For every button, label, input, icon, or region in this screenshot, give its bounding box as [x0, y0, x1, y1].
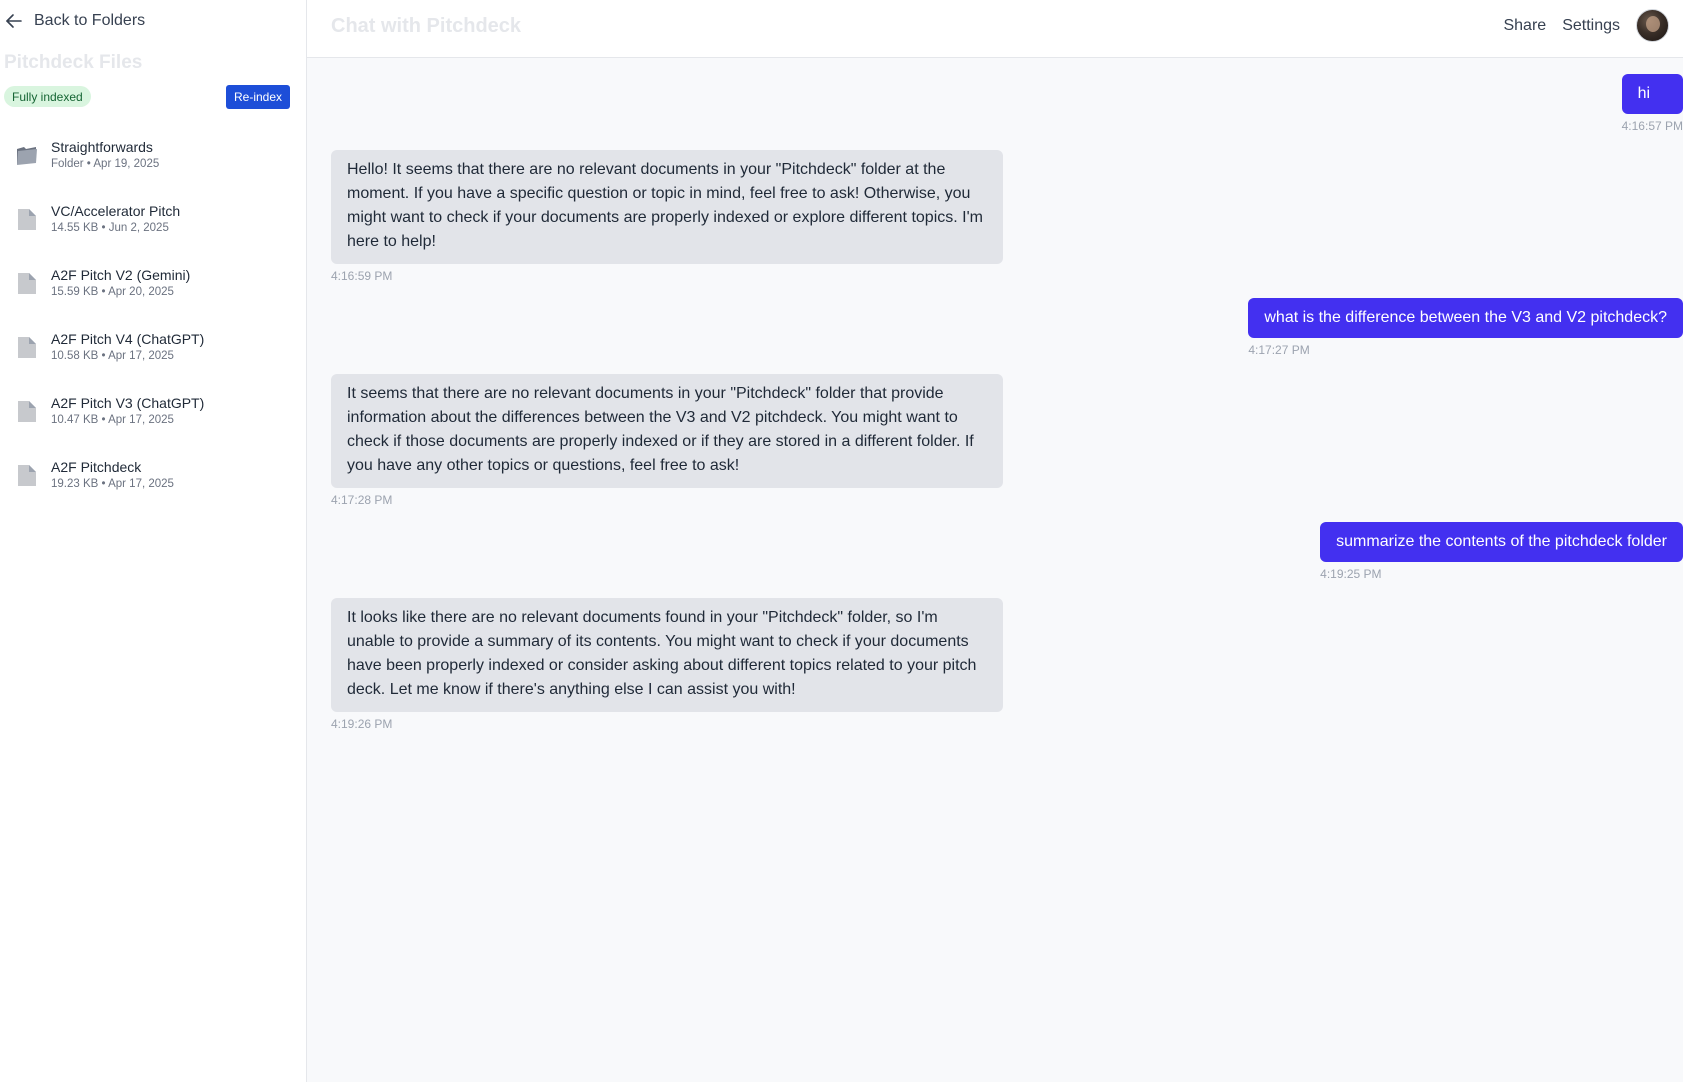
- file-meta: 19.23 KB • Apr 17, 2025: [51, 478, 174, 490]
- header-actions: Share Settings: [1503, 9, 1669, 42]
- file-meta: 15.59 KB • Apr 20, 2025: [51, 286, 174, 298]
- file-item-a2f-pitch-v3[interactable]: A2F Pitch V3 (ChatGPT) 10.47 KB • Apr 17…: [0, 386, 306, 450]
- settings-button[interactable]: Settings: [1562, 17, 1620, 35]
- avatar[interactable]: [1636, 9, 1669, 42]
- assistant-message-bubble: It seems that there are no relevant docu…: [331, 374, 1003, 488]
- status-badge: Fully indexed: [4, 86, 91, 107]
- chat-header: Chat with Pitchdeck Share Settings: [307, 0, 1683, 58]
- back-to-folders-link[interactable]: Back to Folders: [4, 10, 145, 32]
- assistant-message: It seems that there are no relevant docu…: [331, 374, 1003, 507]
- file-name: A2F Pitch V4 (ChatGPT): [51, 331, 205, 347]
- file-item-a2f-pitch-v4[interactable]: A2F Pitch V4 (ChatGPT) 10.58 KB • Apr 17…: [0, 322, 306, 386]
- user-message-bubble: hi: [1621, 74, 1683, 114]
- document-icon: [18, 401, 36, 422]
- document-icon: [18, 337, 36, 358]
- message-timestamp: 4:16:57 PM: [1621, 119, 1683, 133]
- assistant-message: Hello! It seems that there are no releva…: [331, 150, 1003, 283]
- file-name: VC/Accelerator Pitch: [51, 203, 181, 219]
- file-name: A2F Pitch V2 (Gemini): [51, 267, 191, 283]
- file-item-a2f-pitch-v2[interactable]: A2F Pitch V2 (Gemini) 15.59 KB • Apr 20,…: [0, 258, 306, 322]
- file-item-straightforwards[interactable]: Straightforwards Folder • Apr 19, 2025: [0, 130, 306, 194]
- folder-icon: [17, 147, 37, 165]
- file-meta: 10.47 KB • Apr 17, 2025: [51, 414, 174, 426]
- file-meta: Folder • Apr 19, 2025: [51, 158, 160, 170]
- sidebar-title: Pitchdeck Files: [4, 52, 143, 73]
- file-name: A2F Pitchdeck: [51, 459, 142, 475]
- user-message: what is the difference between the V3 an…: [1248, 298, 1683, 357]
- user-message-bubble: what is the difference between the V3 an…: [1248, 298, 1683, 338]
- user-message: hi 4:16:57 PM: [1621, 74, 1683, 133]
- sidebar: Back to Folders Pitchdeck Files Fully in…: [0, 0, 307, 1082]
- document-icon: [18, 209, 36, 230]
- document-icon: [18, 465, 36, 486]
- arrow-left-icon: [6, 14, 22, 28]
- assistant-message-bubble: Hello! It seems that there are no releva…: [331, 150, 1003, 264]
- reindex-button[interactable]: Re-index: [226, 85, 290, 109]
- user-message: summarize the contents of the pitchdeck …: [1320, 522, 1683, 581]
- chat-title: Chat with Pitchdeck: [331, 15, 522, 37]
- assistant-message-bubble: It looks like there are no relevant docu…: [331, 598, 1003, 712]
- app-root: Back to Folders Pitchdeck Files Fully in…: [0, 0, 1683, 1082]
- message-timestamp: 4:19:25 PM: [1320, 567, 1382, 581]
- file-meta: 14.55 KB • Jun 2, 2025: [51, 222, 169, 234]
- chat-panel: Chat with Pitchdeck Share Settings hi 4:…: [307, 0, 1683, 1082]
- file-meta: 10.58 KB • Apr 17, 2025: [51, 350, 174, 362]
- message-timestamp: 4:17:28 PM: [331, 493, 393, 507]
- file-name: Straightforwards: [51, 139, 153, 155]
- share-button[interactable]: Share: [1503, 17, 1546, 35]
- user-message-bubble: summarize the contents of the pitchdeck …: [1320, 522, 1683, 562]
- message-timestamp: 4:17:27 PM: [1248, 343, 1310, 357]
- assistant-message: It looks like there are no relevant docu…: [331, 598, 1003, 731]
- back-to-folders-label: Back to Folders: [34, 12, 146, 29]
- message-timestamp: 4:19:26 PM: [331, 717, 393, 731]
- file-item-a2f-pitchdeck[interactable]: A2F Pitchdeck 19.23 KB • Apr 17, 2025: [0, 450, 306, 514]
- document-icon: [18, 273, 36, 294]
- file-name: A2F Pitch V3 (ChatGPT): [51, 395, 205, 411]
- file-list: Straightforwards Folder • Apr 19, 2025 V…: [0, 130, 306, 514]
- file-item-vc-accelerator-pitch[interactable]: VC/Accelerator Pitch 14.55 KB • Jun 2, 2…: [0, 194, 306, 258]
- message-timestamp: 4:16:59 PM: [331, 269, 393, 283]
